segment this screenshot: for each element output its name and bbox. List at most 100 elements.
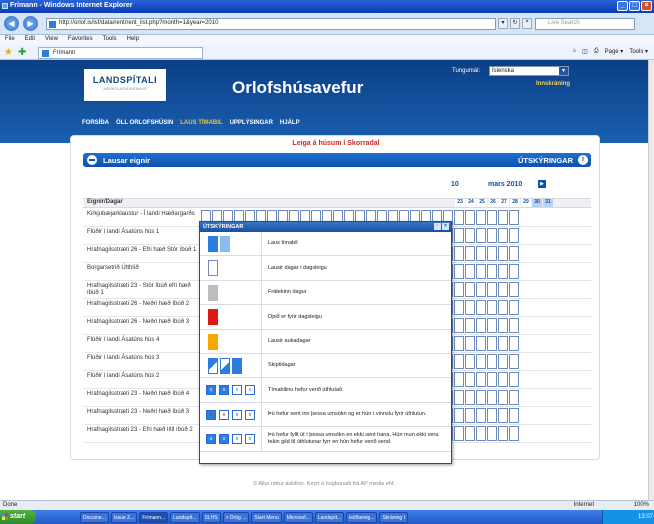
day-cell[interactable] bbox=[487, 390, 497, 405]
zoom-level[interactable]: 100% bbox=[634, 502, 649, 508]
dropdown-arrow-icon[interactable]: ▾ bbox=[498, 18, 508, 29]
day-cell[interactable] bbox=[487, 210, 497, 225]
nav-help[interactable]: HJÁLP bbox=[280, 120, 300, 126]
property-name[interactable]: Flúðir í landi Ásatúns hús 3 bbox=[87, 355, 199, 362]
login-link[interactable]: Innskráning bbox=[536, 81, 570, 87]
property-name[interactable]: Flúðir í landi Ásatúns hús 1 bbox=[87, 229, 199, 236]
day-cell[interactable] bbox=[454, 228, 464, 243]
tools-menu[interactable]: Tools ▾ bbox=[629, 48, 648, 55]
logo[interactable]: LANDSPÍTALI HÁSKÓLASJÚKRAHÚS bbox=[84, 69, 166, 101]
day-cell[interactable] bbox=[498, 300, 508, 315]
day-cell[interactable] bbox=[476, 354, 486, 369]
maximize-button[interactable]: □ bbox=[629, 1, 640, 11]
day-cell[interactable] bbox=[487, 336, 497, 351]
menu-edit[interactable]: Edit bbox=[25, 36, 35, 45]
taskbar-task[interactable]: Frímann... bbox=[139, 511, 169, 523]
menu-help[interactable]: Help bbox=[127, 36, 139, 45]
day-cell[interactable] bbox=[476, 282, 486, 297]
day-cell[interactable] bbox=[476, 426, 486, 441]
day-cell[interactable] bbox=[498, 318, 508, 333]
day-cell[interactable] bbox=[509, 264, 519, 279]
day-cell[interactable] bbox=[487, 228, 497, 243]
page-menu[interactable]: Page ▾ bbox=[605, 48, 624, 55]
day-cell[interactable] bbox=[487, 408, 497, 423]
day-cell[interactable] bbox=[465, 210, 475, 225]
property-name[interactable]: Hrafnagilsstræti 26 - Neðri hæð íbúð 3 bbox=[87, 319, 199, 326]
taskbar-task[interactable]: Issue Z... bbox=[110, 511, 138, 523]
day-cell[interactable] bbox=[454, 246, 464, 261]
taskbar-task[interactable]: SLHS bbox=[201, 511, 221, 523]
day-cell[interactable] bbox=[509, 210, 519, 225]
day-cell[interactable] bbox=[465, 318, 475, 333]
feeds-icon[interactable]: ◫ bbox=[582, 48, 588, 55]
taskbar-task[interactable]: Docume... bbox=[80, 511, 109, 523]
day-cell[interactable] bbox=[509, 408, 519, 423]
day-cell[interactable] bbox=[498, 246, 508, 261]
nav-available-periods[interactable]: LAUS TÍMABIL bbox=[180, 120, 222, 126]
day-cell[interactable] bbox=[465, 426, 475, 441]
day-cell[interactable] bbox=[498, 228, 508, 243]
search-input[interactable]: Live Search bbox=[535, 18, 635, 30]
day-cell[interactable] bbox=[487, 354, 497, 369]
refresh-icon[interactable]: ↻ bbox=[510, 18, 520, 29]
address-input[interactable]: http://orlof.is/lsf/data/rent/rent_list.… bbox=[46, 18, 496, 30]
start-button[interactable]: start bbox=[0, 510, 36, 524]
day-cell[interactable] bbox=[476, 246, 486, 261]
day-cell[interactable] bbox=[476, 408, 486, 423]
property-name[interactable]: Hrafnagilsstræti 26 - Efri hæð Stór íbúð… bbox=[87, 247, 199, 254]
taskbar-task[interactable]: Microsof... bbox=[283, 511, 313, 523]
minus-circle-icon[interactable] bbox=[87, 155, 97, 165]
day-cell[interactable] bbox=[465, 372, 475, 387]
menu-favorites[interactable]: Favorites bbox=[68, 36, 93, 45]
legend-toggle[interactable]: ÚTSKÝRINGAR bbox=[518, 156, 573, 165]
close-button[interactable]: × bbox=[641, 1, 652, 11]
day-cell[interactable] bbox=[454, 390, 464, 405]
day-cell[interactable] bbox=[476, 318, 486, 333]
day-cell[interactable] bbox=[465, 246, 475, 261]
taskbar-task[interactable]: Skráning I bbox=[379, 511, 408, 523]
day-cell[interactable] bbox=[465, 264, 475, 279]
menu-view[interactable]: View bbox=[45, 36, 58, 45]
day-cell[interactable] bbox=[509, 354, 519, 369]
day-cell[interactable] bbox=[476, 372, 486, 387]
nav-all-houses[interactable]: ÖLL ORLOFSHÚSIN bbox=[116, 120, 173, 126]
day-cell[interactable] bbox=[509, 318, 519, 333]
day-cell[interactable] bbox=[498, 264, 508, 279]
info-icon[interactable]: i bbox=[578, 155, 588, 165]
day-cell[interactable] bbox=[454, 372, 464, 387]
day-cell[interactable] bbox=[476, 228, 486, 243]
day-cell[interactable] bbox=[454, 210, 464, 225]
day-cell[interactable] bbox=[454, 318, 464, 333]
day-cell[interactable] bbox=[454, 264, 464, 279]
forward-button[interactable]: ▶ bbox=[23, 16, 38, 31]
property-name[interactable]: Hrafnagilsstræti 23 - Stór íbúð efri hæð… bbox=[87, 283, 199, 296]
property-name[interactable]: Kirkjubæjarklaustur - Í landi Hæðargarðs bbox=[87, 211, 199, 218]
day-cell[interactable] bbox=[465, 354, 475, 369]
day-cell[interactable] bbox=[498, 282, 508, 297]
taskbar-task[interactable]: Landspít... bbox=[314, 511, 345, 523]
browser-tab[interactable]: Frímann bbox=[38, 47, 203, 59]
day-cell[interactable] bbox=[487, 318, 497, 333]
nav-home[interactable]: FORSÍÐA bbox=[82, 120, 109, 126]
popup-close-button[interactable]: × bbox=[442, 223, 449, 230]
day-cell[interactable] bbox=[509, 426, 519, 441]
menu-tools[interactable]: Tools bbox=[103, 36, 117, 45]
back-button[interactable]: ◀ bbox=[4, 16, 19, 31]
day-cell[interactable] bbox=[454, 354, 464, 369]
day-cell[interactable] bbox=[498, 390, 508, 405]
day-cell[interactable] bbox=[498, 336, 508, 351]
day-cell[interactable] bbox=[509, 336, 519, 351]
day-cell[interactable] bbox=[509, 282, 519, 297]
property-name[interactable]: Hrafnagilsstræti 23 - Neðri hæð íbúð 4 bbox=[87, 391, 199, 398]
property-name[interactable]: Borgarsetrið Útthlíð bbox=[87, 265, 199, 272]
property-name[interactable]: Flúðir í landi Ásatúns hús 2 bbox=[87, 373, 199, 380]
day-cell[interactable] bbox=[465, 390, 475, 405]
day-cell[interactable] bbox=[454, 282, 464, 297]
day-cell[interactable] bbox=[498, 354, 508, 369]
popup-minimize-button[interactable]: ▫ bbox=[434, 223, 441, 230]
property-name[interactable]: Hrafnagilsstræti 23 - Neðri hæð íbúð 3 bbox=[87, 409, 199, 416]
property-name[interactable]: Hrafnagilsstræti 23 - Efri hæð lítil íbú… bbox=[87, 427, 199, 434]
day-cell[interactable] bbox=[465, 282, 475, 297]
day-cell[interactable] bbox=[509, 246, 519, 261]
minimize-button[interactable]: _ bbox=[617, 1, 628, 11]
